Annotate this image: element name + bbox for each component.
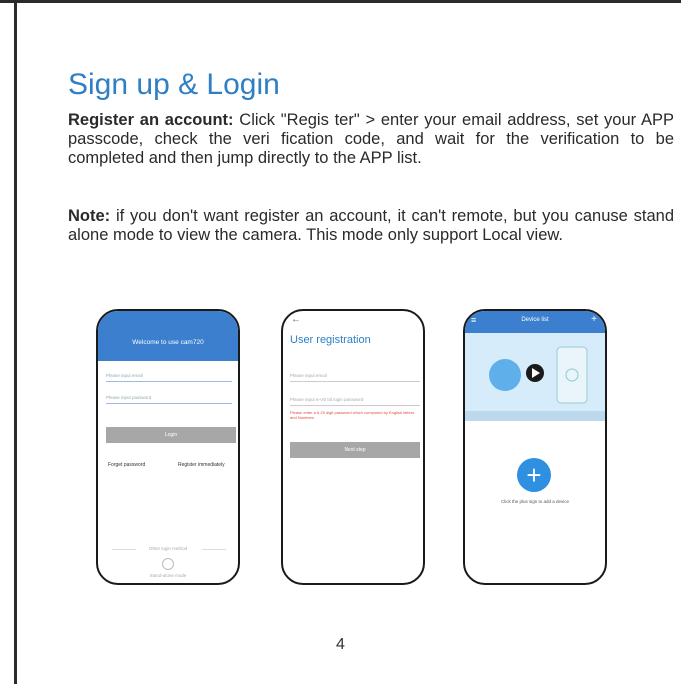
- other-login-text: Other login method: [148, 546, 188, 551]
- add-device-hint: Click the plus sign to add a device: [500, 499, 570, 504]
- reg-email-field[interactable]: Please input email: [290, 373, 420, 382]
- standalone-mode-text[interactable]: Stand-alone mode: [98, 573, 238, 578]
- password-warning: Please enter a 6-20 digit password which…: [290, 410, 415, 420]
- register-paragraph: Register an account: Click "Regis ter" >…: [68, 111, 674, 168]
- reg-password-field[interactable]: Please input 6~20 bit login password: [290, 397, 420, 406]
- email-field[interactable]: Please input email: [106, 373, 232, 382]
- login-button[interactable]: Login: [106, 427, 236, 443]
- welcome-text: Welcome to use cam720: [132, 339, 204, 346]
- phone-device-list-screen: ≡ Device list + + Click the plus sign to…: [463, 309, 607, 585]
- registration-title: User registration: [290, 334, 371, 346]
- register-link[interactable]: Register immediately: [178, 462, 225, 468]
- register-label: Register an account:: [68, 111, 234, 129]
- wave-decoration: [98, 351, 238, 361]
- top-rule: [0, 0, 681, 3]
- page-title: Sign up & Login: [68, 68, 280, 101]
- page-number: 4: [336, 636, 345, 653]
- back-arrow-icon[interactable]: ←: [291, 314, 301, 325]
- banner-illustration: [465, 333, 605, 421]
- note-text: if you don't want register an account, i…: [68, 207, 674, 244]
- note-paragraph: Note: if you don't want register an acco…: [68, 207, 674, 245]
- promo-banner: [465, 333, 605, 421]
- device-list-title: Device list: [521, 317, 549, 323]
- add-icon[interactable]: +: [591, 314, 597, 325]
- add-device-button[interactable]: +: [517, 458, 551, 492]
- password-field[interactable]: Please input password: [106, 395, 232, 404]
- phone-login-screen: Welcome to use cam720 Please input email…: [96, 309, 240, 585]
- forget-password-link[interactable]: Forget password: [108, 462, 145, 468]
- next-step-button[interactable]: Next step: [290, 442, 420, 458]
- user-icon[interactable]: [162, 558, 174, 570]
- note-label: Note:: [68, 207, 111, 225]
- left-rule: [14, 0, 17, 684]
- phone-registration-screen: ← User registration Please input email P…: [281, 309, 425, 585]
